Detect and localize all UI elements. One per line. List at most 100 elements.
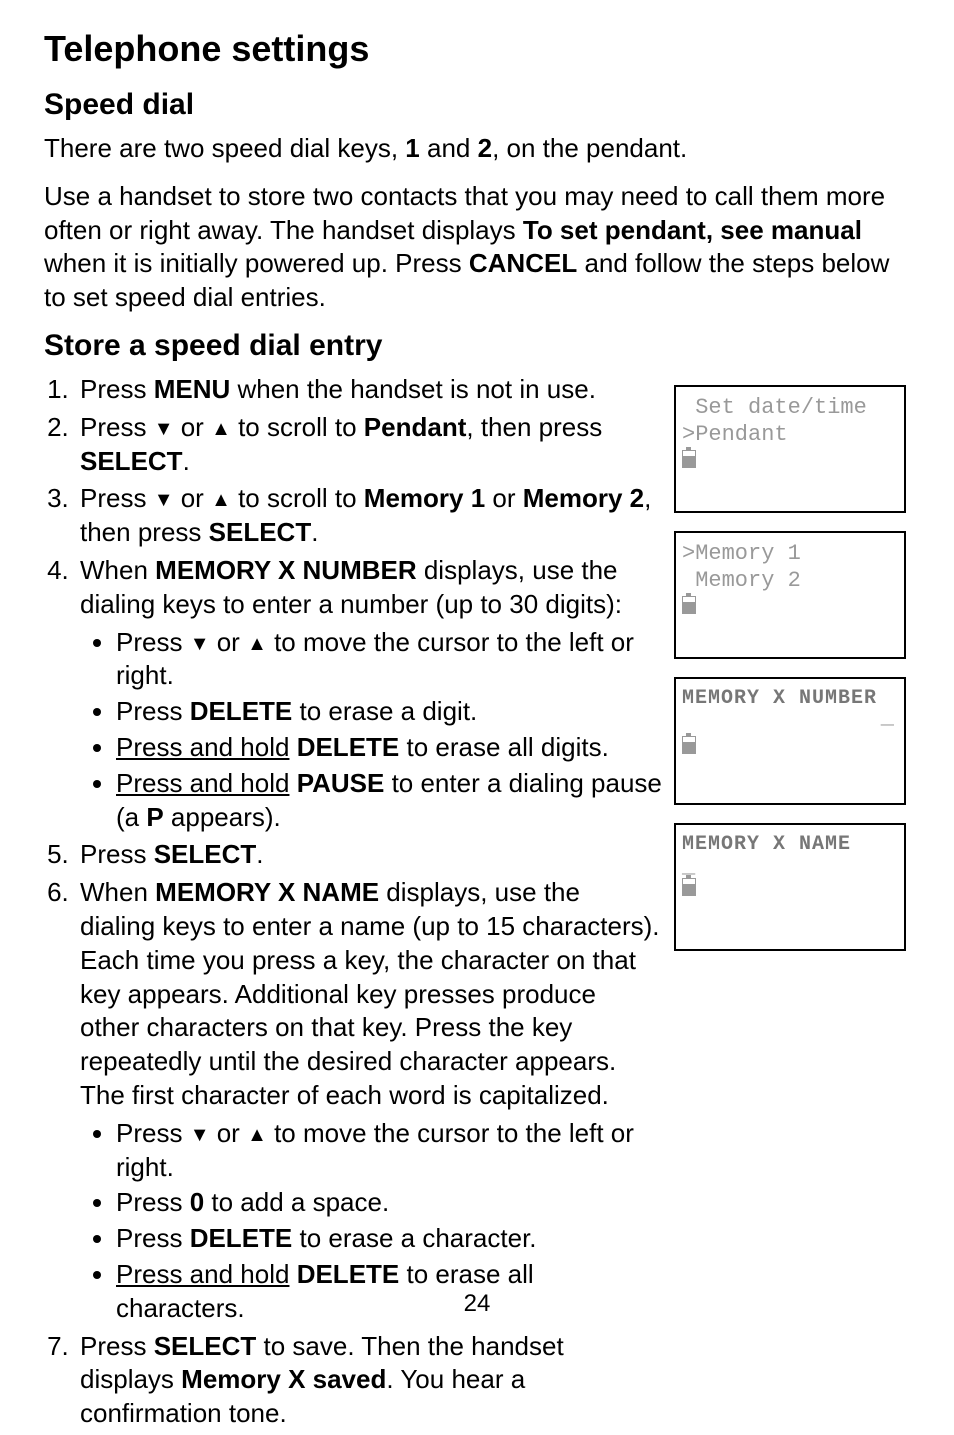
section-heading-speed-dial: Speed dial	[44, 88, 910, 122]
text: .	[311, 517, 318, 547]
up-arrow-icon: ▲	[211, 489, 231, 511]
key-label: DELETE	[297, 1259, 400, 1289]
page-number: 24	[0, 1290, 954, 1318]
text-underlined: Press and hold	[116, 1259, 289, 1289]
text: or	[485, 483, 523, 513]
menu-item: Memory 2	[523, 483, 644, 513]
text: or	[173, 483, 211, 513]
text: to add a space.	[204, 1187, 389, 1217]
text: or	[209, 1118, 247, 1148]
section-heading-store: Store a speed dial entry	[44, 329, 910, 363]
lcd-line: MEMORY X NAME	[682, 833, 898, 857]
text: to erase a digit.	[292, 696, 477, 726]
text: or	[209, 627, 247, 657]
key-label: DELETE	[190, 1223, 293, 1253]
substep: Press DELETE to erase a character.	[116, 1222, 662, 1256]
substeps-list: Press ▼ or ▲ to move the cursor to the l…	[80, 626, 662, 835]
lcd-line: MEMORY X NUMBER	[682, 687, 898, 711]
key-label: SELECT	[80, 446, 183, 476]
display-text: To set pendant, see manual	[523, 215, 862, 245]
key-label: 0	[190, 1187, 204, 1217]
key-label: SELECT	[209, 517, 312, 547]
text: , then press	[466, 412, 602, 442]
text: .	[256, 839, 263, 869]
down-arrow-icon: ▼	[154, 418, 174, 440]
steps-list: Press MENU when the handset is not in us…	[44, 373, 662, 1431]
display-text: P	[146, 802, 163, 832]
step-2: Press ▼ or ▲ to scroll to Pendant, then …	[76, 411, 662, 479]
lcd-screen-2: >Memory 1 Memory 2	[674, 531, 906, 659]
text: When	[80, 555, 155, 585]
text: .	[183, 446, 190, 476]
key-label: CANCEL	[469, 248, 577, 278]
substep: Press ▼ or ▲ to move the cursor to the l…	[116, 626, 662, 694]
text	[289, 732, 296, 762]
display-text: MEMORY X NAME	[155, 877, 379, 907]
text: Press	[80, 483, 154, 513]
up-arrow-icon: ▲	[247, 633, 267, 655]
intro-paragraph-1: There are two speed dial keys, 1 and 2, …	[44, 132, 910, 166]
battery-icon	[682, 449, 696, 467]
text: to erase a character.	[292, 1223, 536, 1253]
lcd-line: Memory 2	[682, 568, 898, 595]
text: to erase all digits.	[399, 732, 609, 762]
step-6: When MEMORY X NAME displays, use the dia…	[76, 876, 662, 1325]
battery-icon	[682, 735, 696, 753]
text: Press	[116, 627, 190, 657]
down-arrow-icon: ▼	[154, 489, 174, 511]
text: to scroll to	[231, 412, 364, 442]
key-label: SELECT	[154, 839, 257, 869]
page-title: Telephone settings	[44, 28, 910, 70]
text	[289, 768, 296, 798]
text: or	[173, 412, 211, 442]
up-arrow-icon: ▲	[247, 1124, 267, 1146]
text: displays, use the dialing keys to enter …	[80, 877, 660, 1110]
lcd-screen-4: MEMORY X NAME _	[674, 823, 906, 951]
text: Press	[116, 696, 190, 726]
battery-icon	[682, 877, 696, 895]
display-text: MEMORY X NUMBER	[155, 555, 416, 585]
text: When	[80, 877, 155, 907]
down-arrow-icon: ▼	[190, 633, 210, 655]
key-label: 2	[478, 133, 492, 163]
text: and	[420, 133, 478, 163]
menu-item: Memory 1	[364, 483, 485, 513]
text: There are two speed dial keys,	[44, 133, 405, 163]
text	[289, 1259, 296, 1289]
substep: Press and hold PAUSE to enter a dialing …	[116, 767, 662, 835]
text: Press	[80, 839, 154, 869]
step-4: When MEMORY X NUMBER displays, use the d…	[76, 554, 662, 834]
lcd-line: >Memory 1	[682, 541, 898, 568]
lcd-cursor: _	[682, 711, 898, 724]
substep: Press and hold DELETE to erase all digit…	[116, 731, 662, 765]
key-label: PAUSE	[297, 768, 385, 798]
substep: Press DELETE to erase a digit.	[116, 695, 662, 729]
battery-icon	[682, 595, 696, 613]
text: appears).	[164, 802, 281, 832]
text: Press	[116, 1223, 190, 1253]
step-7: Press SELECT to save. Then the handset d…	[76, 1330, 662, 1431]
text: Press	[116, 1187, 190, 1217]
text-underlined: Press and hold	[116, 732, 289, 762]
text: Press	[80, 412, 154, 442]
key-label: MENU	[154, 374, 231, 404]
text: to scroll to	[231, 483, 364, 513]
key-label: DELETE	[297, 732, 400, 762]
text: when the handset is not in use.	[230, 374, 596, 404]
key-label: DELETE	[190, 696, 293, 726]
text: Press	[80, 374, 154, 404]
substep: Press 0 to add a space.	[116, 1186, 662, 1220]
lcd-cursor: _	[682, 857, 898, 877]
display-text: Memory X saved	[181, 1364, 386, 1394]
up-arrow-icon: ▲	[211, 418, 231, 440]
text-underlined: Press and hold	[116, 768, 289, 798]
lcd-screen-3: MEMORY X NUMBER _	[674, 677, 906, 805]
text: when it is initially powered up. Press	[44, 248, 469, 278]
down-arrow-icon: ▼	[190, 1124, 210, 1146]
key-label: 1	[405, 133, 419, 163]
text: , on the pendant.	[492, 133, 687, 163]
intro-paragraph-2: Use a handset to store two contacts that…	[44, 180, 910, 315]
substep: Press ▼ or ▲ to move the cursor to the l…	[116, 1117, 662, 1185]
lcd-line: >Pendant	[682, 422, 898, 449]
step-1: Press MENU when the handset is not in us…	[76, 373, 662, 407]
